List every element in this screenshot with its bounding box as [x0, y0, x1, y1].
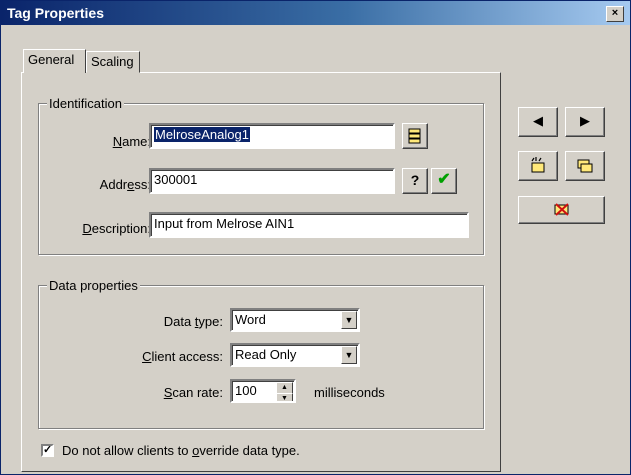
name-label: Name: [112, 134, 151, 149]
tag-stack-icon [408, 128, 421, 144]
tab-general[interactable]: General [23, 49, 86, 73]
client-access-value: Read Only [235, 347, 297, 362]
identification-group: Identification Name: MelroseAnalog1 Addr… [38, 96, 484, 255]
tab-scaling[interactable]: Scaling [86, 51, 140, 73]
scan-rate-unit: milliseconds [314, 385, 385, 400]
client-access-select[interactable]: Read Only ▼ [230, 343, 360, 367]
validate-address-button[interactable]: ✔ [431, 168, 457, 194]
window-title: Tag Properties [7, 5, 104, 21]
client-access-label: Client access: [142, 349, 223, 364]
spin-down-icon: ▼ [281, 395, 288, 402]
previous-tag-button[interactable]: ◀ [518, 107, 558, 137]
address-input-value: 300001 [154, 172, 198, 187]
title-bar[interactable]: Tag Properties × [1, 1, 630, 25]
arrow-left-icon: ◀ [533, 113, 543, 128]
delete-tag-button[interactable] [518, 196, 605, 224]
new-tag-icon [531, 157, 545, 173]
scan-rate-label: Scan rate: [163, 385, 223, 400]
arrow-right-icon: ▶ [580, 113, 590, 128]
data-type-value: Word [235, 312, 266, 327]
new-tag-button[interactable] [518, 151, 558, 181]
override-checkbox-label[interactable]: Do not allow clients to override data ty… [62, 443, 300, 458]
tab-scaling-label: Scaling [91, 54, 134, 69]
checkbox-check-icon: ✓ [43, 444, 53, 456]
duplicate-tag-button[interactable] [565, 151, 605, 181]
chevron-down-icon: ▼ [344, 315, 354, 325]
data-type-dropdown-button[interactable]: ▼ [341, 311, 357, 329]
address-label: Address: [99, 177, 151, 192]
description-input-value: Input from Melrose AIN1 [154, 216, 295, 231]
name-input[interactable]: MelroseAnalog1 [149, 123, 395, 149]
description-label: Description: [82, 221, 151, 236]
delete-tag-icon [554, 203, 569, 216]
address-help-button[interactable]: ? [402, 168, 428, 194]
data-properties-group: Data properties Data type: Word ▼ Client… [38, 278, 484, 429]
scan-rate-value: 100 [235, 383, 257, 398]
help-icon: ? [410, 172, 420, 188]
address-input[interactable]: 300001 [149, 168, 395, 194]
client-access-dropdown-button[interactable]: ▼ [341, 346, 357, 364]
scan-rate-down-button[interactable]: ▼ [276, 393, 293, 402]
next-tag-button[interactable]: ▶ [565, 107, 605, 137]
chevron-down-icon: ▼ [344, 350, 354, 360]
description-input[interactable]: Input from Melrose AIN1 [149, 212, 469, 238]
scan-rate-input[interactable]: 100 ▲ ▼ [230, 379, 296, 403]
tab-general-label: General [28, 52, 75, 67]
name-input-value: MelroseAnalog1 [154, 127, 250, 142]
spin-up-icon: ▲ [281, 384, 288, 391]
checkmark-icon: ✔ [437, 171, 451, 188]
data-properties-legend: Data properties [47, 278, 140, 293]
general-tab-panel: Identification Name: MelroseAnalog1 Addr… [21, 72, 501, 472]
data-type-select[interactable]: Word ▼ [230, 308, 360, 332]
browse-tag-button[interactable] [402, 123, 428, 149]
tag-properties-dialog: Tag Properties × General Scaling Identif… [0, 0, 631, 475]
override-checkbox[interactable]: ✓ [41, 444, 54, 457]
duplicate-tag-icon [577, 159, 593, 173]
close-button[interactable]: × [606, 6, 624, 22]
identification-legend: Identification [47, 96, 124, 111]
data-type-label: Data type: [163, 314, 223, 329]
